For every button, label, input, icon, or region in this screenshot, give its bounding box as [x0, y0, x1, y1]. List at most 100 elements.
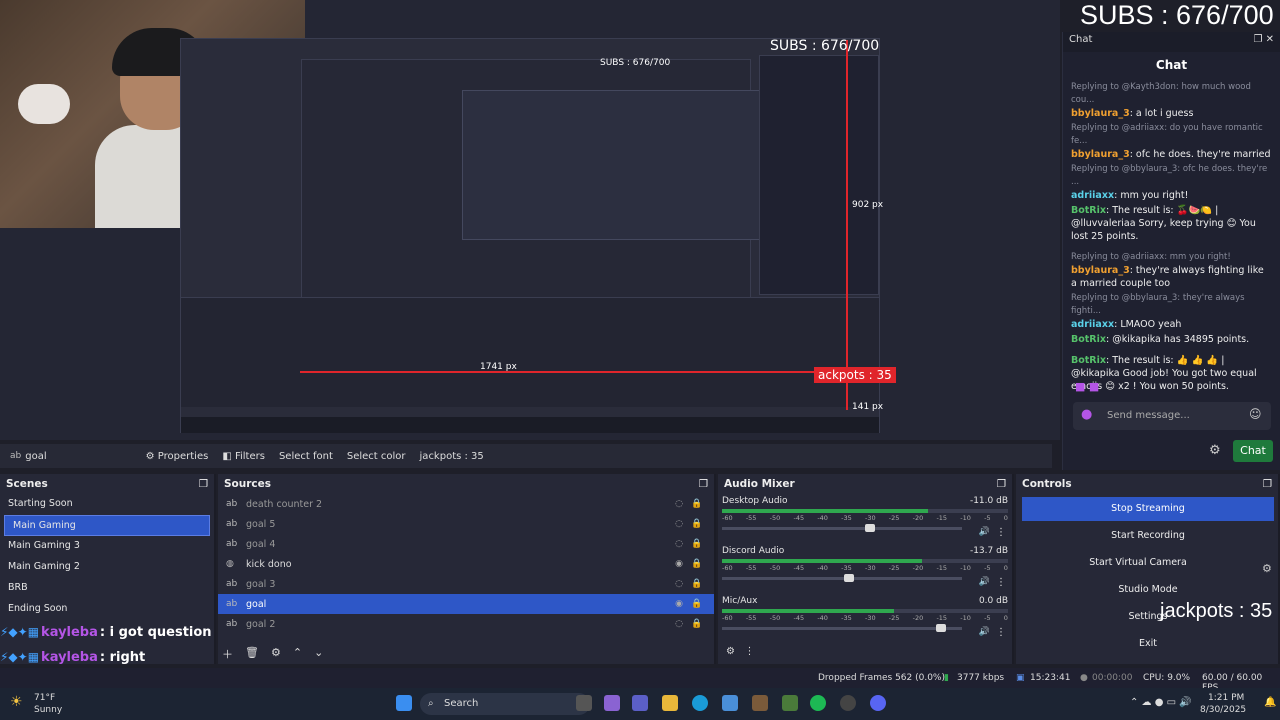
- source-item[interactable]: ab goal 2 ◌ 🔒: [218, 614, 714, 634]
- lock-icon[interactable]: 🔒: [688, 539, 706, 549]
- discord-icon[interactable]: [870, 695, 886, 711]
- source-item[interactable]: ab goal 3 ◌ 🔒: [218, 574, 714, 594]
- chat-text: mm you right!: [1120, 190, 1189, 201]
- speaker-icon[interactable]: 🔊: [979, 627, 990, 637]
- start-icon[interactable]: [396, 695, 412, 711]
- visibility-icon[interactable]: ◌: [670, 579, 688, 589]
- gear-icon[interactable]: ⚙: [1209, 443, 1221, 458]
- jackpots-selected-source[interactable]: ackpots : 35: [814, 367, 896, 383]
- select-font-button[interactable]: Select font: [272, 447, 340, 466]
- volume-fader[interactable]: [722, 624, 962, 632]
- gear-icon[interactable]: ⚙: [1262, 562, 1272, 575]
- exit-button[interactable]: Exit: [1022, 632, 1274, 656]
- chat-username[interactable]: bbylaura_3: [1071, 149, 1130, 160]
- start-recording-button[interactable]: Start Recording: [1022, 524, 1274, 548]
- chat-input[interactable]: Send message...: [1073, 402, 1271, 430]
- visibility-icon[interactable]: ◉: [670, 599, 688, 609]
- more-icon[interactable]: ⋮: [996, 627, 1006, 638]
- scene-item[interactable]: Main Gaming 2: [0, 557, 214, 578]
- more-icon[interactable]: ⋮: [996, 577, 1006, 588]
- mic-icon[interactable]: ●: [1081, 407, 1092, 422]
- chevron-up-icon[interactable]: ⌃: [293, 646, 302, 662]
- emoji-icon[interactable]: ☺: [1249, 407, 1262, 421]
- chat-username[interactable]: BotRix: [1071, 205, 1106, 216]
- preview-canvas[interactable]: SUBS : 676/700 SUBS : 676/700 1741 px 90…: [0, 0, 1060, 440]
- scene-item[interactable]: BRB: [0, 578, 214, 599]
- source-item[interactable]: ◍ kick dono ◉ 🔒: [218, 554, 714, 574]
- trash-icon[interactable]: 🗑: [245, 646, 259, 662]
- volume-fader[interactable]: [722, 524, 962, 532]
- meter-tick: -5: [984, 564, 991, 572]
- chat-badges-icon[interactable]: ■ ■: [1075, 380, 1099, 393]
- stop-streaming-button[interactable]: Stop Streaming: [1022, 497, 1274, 521]
- scene-item[interactable]: Main Gaming: [4, 515, 210, 536]
- fader-knob[interactable]: [935, 624, 946, 632]
- chat-username[interactable]: BotRix: [1071, 355, 1106, 366]
- visibility-icon[interactable]: ◉: [670, 559, 688, 569]
- start-virtual-camera-button[interactable]: Start Virtual Camera: [1022, 551, 1254, 575]
- app-icon[interactable]: [782, 695, 798, 711]
- teams-icon[interactable]: [632, 695, 648, 711]
- chat-send-button[interactable]: Chat: [1233, 440, 1273, 462]
- chat-username[interactable]: adriiaxx: [1071, 319, 1114, 330]
- fader-knob[interactable]: [864, 524, 875, 532]
- speaker-icon[interactable]: 🔊: [979, 577, 990, 587]
- dock-float-icon[interactable]: ❐: [997, 478, 1006, 490]
- lock-icon[interactable]: 🔒: [688, 559, 706, 569]
- lock-icon[interactable]: 🔒: [688, 619, 706, 629]
- gear-icon[interactable]: ⚙: [726, 646, 735, 657]
- dock-close-icon[interactable]: ❐ ✕: [1253, 34, 1274, 50]
- filters-button[interactable]: ◧ Filters: [215, 447, 272, 466]
- add-icon[interactable]: ＋: [222, 646, 233, 662]
- task-view-icon[interactable]: [576, 695, 592, 711]
- taskbar-search[interactable]: Search: [420, 693, 590, 715]
- chevron-down-icon[interactable]: ⌄: [314, 646, 323, 662]
- lock-icon[interactable]: 🔒: [688, 599, 706, 609]
- text-value[interactable]: jackpots : 35: [413, 447, 491, 466]
- text-source-icon: ab: [10, 451, 22, 461]
- meter-tick: -50: [769, 564, 781, 572]
- volume-fader[interactable]: [722, 574, 962, 582]
- notification-icon[interactable]: 🔔: [1264, 697, 1276, 708]
- more-icon[interactable]: ⋮: [996, 527, 1006, 538]
- spotify-icon[interactable]: [810, 695, 826, 711]
- fader-knob[interactable]: [843, 574, 854, 582]
- gear-icon[interactable]: ⚙: [271, 646, 281, 662]
- store-icon[interactable]: [722, 695, 738, 711]
- visibility-icon[interactable]: ◌: [670, 499, 688, 509]
- select-color-button[interactable]: Select color: [340, 447, 413, 466]
- scene-item[interactable]: Starting Soon: [0, 494, 214, 515]
- studio-mode-button[interactable]: Studio Mode: [1022, 578, 1274, 602]
- visibility-icon[interactable]: ◌: [670, 539, 688, 549]
- lock-icon[interactable]: 🔒: [688, 579, 706, 589]
- file-explorer-icon[interactable]: [662, 695, 678, 711]
- dock-float-icon[interactable]: ❐: [199, 478, 208, 490]
- source-item[interactable]: ab goal ◉ 🔒: [218, 594, 714, 614]
- meter-tick: -45: [793, 514, 805, 522]
- scene-item[interactable]: Main Gaming 3: [0, 536, 214, 557]
- chat-username[interactable]: bbylaura_3: [1071, 265, 1130, 276]
- chat-username[interactable]: adriiaxx: [1071, 190, 1114, 201]
- lock-icon[interactable]: 🔒: [688, 519, 706, 529]
- chat-username[interactable]: bbylaura_3: [1071, 108, 1130, 119]
- tray-icons[interactable]: ⌃ ☁ ● ▭ 🔊: [1130, 697, 1192, 708]
- more-icon[interactable]: ⋮: [745, 646, 755, 657]
- edge-icon[interactable]: [692, 695, 708, 711]
- obs-icon[interactable]: [840, 695, 856, 711]
- minecraft-icon[interactable]: [752, 695, 768, 711]
- dock-float-icon[interactable]: ❐: [699, 478, 708, 490]
- properties-button[interactable]: ⚙ Properties: [139, 447, 216, 466]
- subs-counter-preview: SUBS : 676/700: [770, 38, 880, 54]
- chat-username[interactable]: BotRix: [1071, 334, 1106, 345]
- speaker-icon[interactable]: 🔊: [979, 527, 990, 537]
- scene-item[interactable]: Ending Soon: [0, 599, 214, 620]
- obs-window: SUBS : 676/700 SUBS : 676/700 1741 px 90…: [0, 0, 1280, 720]
- visibility-icon[interactable]: ◌: [670, 519, 688, 529]
- dock-float-icon[interactable]: ❐: [1263, 478, 1272, 490]
- source-item[interactable]: ab goal 5 ◌ 🔒: [218, 514, 714, 534]
- copilot-icon[interactable]: [604, 695, 620, 711]
- source-item[interactable]: ab death counter 2 ◌ 🔒: [218, 494, 714, 514]
- lock-icon[interactable]: 🔒: [688, 499, 706, 509]
- source-item[interactable]: ab goal 4 ◌ 🔒: [218, 534, 714, 554]
- visibility-icon[interactable]: ◌: [670, 619, 688, 629]
